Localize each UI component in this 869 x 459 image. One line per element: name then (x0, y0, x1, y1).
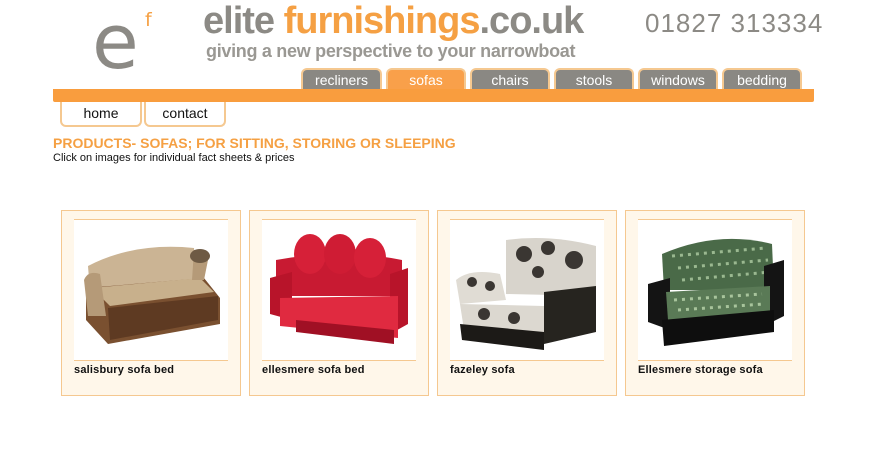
page-title: PRODUCTS- SOFAS; FOR SITTING, STORING OR… (53, 135, 456, 151)
nav-home-link[interactable]: home (60, 102, 142, 127)
nav-bar (53, 89, 814, 102)
product-name[interactable]: Ellesmere storage sofa (638, 364, 763, 376)
tab-stools[interactable]: stools (554, 68, 634, 90)
red-sofa-bed-photo (270, 234, 408, 344)
tab-chairs[interactable]: chairs (470, 68, 550, 90)
product-image-fazeley[interactable] (450, 219, 604, 361)
site-brand: elite furnishings.co.uk (203, 0, 585, 42)
beige-sofa-bed-photo (84, 246, 220, 344)
tab-windows[interactable]: windows (638, 68, 718, 90)
product-card-ellesmere-sofa-bed[interactable]: ellesmere sofa bed (249, 210, 429, 396)
product-card-fazeley[interactable]: fazeley sofa (437, 210, 617, 396)
tab-bedding[interactable]: bedding (722, 68, 802, 90)
product-card-salisbury[interactable]: salisbury sofa bed (61, 210, 241, 396)
brand-elite: elite (203, 0, 284, 42)
product-name[interactable]: ellesmere sofa bed (262, 364, 365, 376)
product-image-salisbury[interactable] (74, 219, 228, 361)
logo-monogram-f: f (145, 9, 152, 31)
logo-monogram-e: e (92, 0, 139, 86)
product-name[interactable]: salisbury sofa bed (74, 364, 174, 376)
brand-domain: .co.uk (479, 0, 585, 42)
phone-number: 01827 313334 (645, 8, 824, 38)
product-image-ellesmere-sofa-bed[interactable] (262, 219, 416, 361)
tab-recliners[interactable]: recliners (301, 68, 382, 90)
nav-contact-link[interactable]: contact (144, 102, 226, 127)
product-card-ellesmere-storage[interactable]: Ellesmere storage sofa (625, 210, 805, 396)
green-storage-sofa-photo (648, 238, 784, 346)
floral-sofa-photo (456, 238, 596, 350)
brand-furnishings: furnishings (283, 0, 481, 42)
site-tagline: giving a new perspective to your narrowb… (206, 41, 576, 61)
product-image-ellesmere-storage[interactable] (638, 219, 792, 361)
product-name[interactable]: fazeley sofa (450, 364, 515, 376)
tab-sofas[interactable]: sofas (386, 68, 466, 90)
page-subtitle: Click on images for individual fact shee… (53, 152, 295, 164)
